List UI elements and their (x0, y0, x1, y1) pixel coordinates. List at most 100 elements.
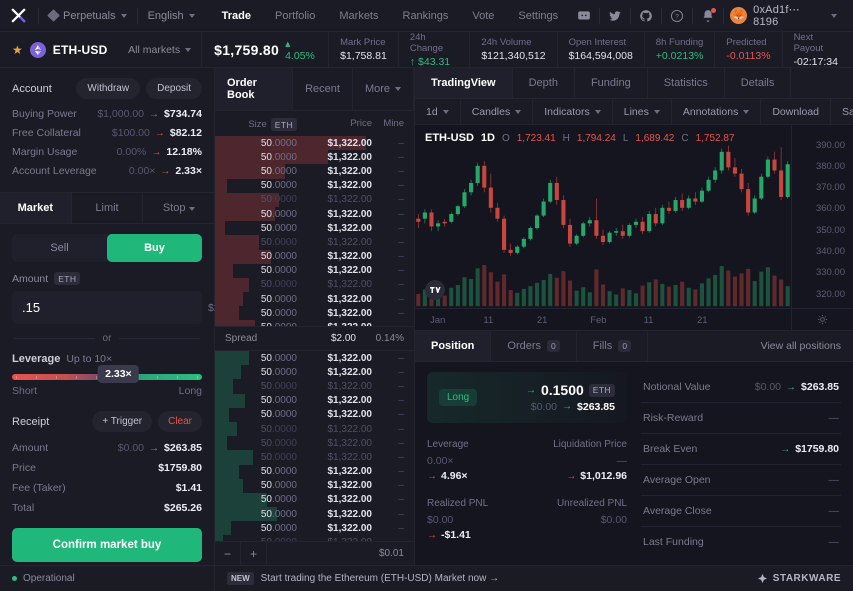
tab-orders[interactable]: Orders 0 (491, 331, 577, 361)
stat-label: Open Interest (568, 37, 627, 48)
order-book-row[interactable]: 50.0000$1,322.00– (215, 436, 414, 451)
order-book-footer: − + $0.01 (215, 541, 414, 565)
tab-depth[interactable]: Depth (513, 68, 575, 98)
annotations-menu[interactable]: Annotations (672, 99, 762, 124)
product-selector[interactable]: Perpetuals (39, 9, 137, 22)
tab-order-book[interactable]: Order Book (215, 68, 294, 110)
withdraw-button[interactable]: Withdraw (76, 78, 141, 99)
nav-link-vote[interactable]: Vote (461, 5, 505, 27)
tab-market[interactable]: Market (0, 193, 72, 223)
order-book-row[interactable]: 50.0000$1,322.00– (215, 421, 414, 437)
account-row-account-leverage: Account Leverage 0.00× → 2.33× (12, 165, 202, 177)
tab-limit[interactable]: Limit (72, 193, 144, 223)
tab-more[interactable]: More (353, 68, 414, 110)
tab-recent[interactable]: Recent (293, 68, 353, 110)
nav-link-markets[interactable]: Markets (328, 5, 389, 27)
nav-link-portfolio[interactable]: Portfolio (264, 5, 326, 27)
row-mine: – (398, 508, 404, 520)
confirm-order-button[interactable]: Confirm market buy (12, 528, 202, 562)
eth-token-icon (29, 41, 46, 58)
x-axis-tick: 11 (483, 315, 494, 326)
tab-funding[interactable]: Funding (575, 68, 648, 98)
order-book-row[interactable]: 50.0000$1,322.00– (215, 464, 414, 479)
all-markets-dropdown[interactable]: All markets (128, 44, 192, 56)
receipt-row-fee: Fee (Taker) $1.41 (12, 482, 202, 494)
lines-menu[interactable]: Lines (613, 99, 672, 124)
order-book-row[interactable]: 50.0000$1,322.00– (215, 164, 414, 179)
bell-icon[interactable] (693, 1, 723, 31)
order-book-row[interactable]: 50.0000$1,322.00– (215, 136, 414, 151)
tab-details[interactable]: Details (725, 68, 792, 98)
indicators-menu[interactable]: Indicators (533, 99, 613, 124)
row-size: 50.0000 (260, 180, 297, 192)
order-book-row[interactable]: 50.0000$1,322.00– (215, 306, 414, 321)
deposit-button[interactable]: Deposit (146, 78, 202, 99)
add-trigger-button[interactable]: + Trigger (92, 411, 153, 432)
order-book-row[interactable]: 50.0000$1,322.00– (215, 235, 414, 250)
system-status[interactable]: Operational (0, 566, 215, 591)
order-book-row[interactable]: 50.0000$1,322.00– (215, 521, 414, 536)
candlestick-chart[interactable]: ETH-USD 1D O 1,723.41 H 1,794.24 L 1,689.42… (415, 125, 853, 308)
tab-stop[interactable]: Stop (143, 193, 214, 223)
main-area: Account Withdraw Deposit Buying Power $1… (0, 68, 853, 591)
stat-label: Predicted (726, 37, 767, 48)
ask-rows: 50.0000 $1,322.00–50.0000 $1,322.00–50.000… (215, 136, 414, 326)
decrease-tick-button[interactable]: − (215, 542, 241, 565)
order-book-row[interactable]: 50.0000$1,322.00– (215, 365, 414, 380)
order-book-row[interactable]: 50.0000$1,322.00– (215, 221, 414, 236)
tab-position[interactable]: Position (415, 331, 492, 361)
announcement-message[interactable]: Start trading the Ethereum (ETH-USD) Mar… (261, 573, 499, 584)
buy-button[interactable]: Buy (107, 234, 202, 262)
wallet-button[interactable]: 🦊 0xAd1f⋯8196 (724, 3, 845, 28)
download-button[interactable]: Download (761, 99, 832, 124)
tab-tradingview[interactable]: TradingView (415, 68, 513, 98)
order-book-row[interactable]: 50.0000$1,322.00– (215, 478, 414, 493)
order-book-row[interactable]: 50.0000$1,322.00– (215, 249, 414, 264)
order-book-row[interactable]: 50.0000$1,322.00– (215, 492, 414, 508)
favorite-star-icon[interactable]: ★ (12, 43, 23, 57)
language-selector[interactable]: English (138, 10, 205, 22)
order-book-row[interactable]: 50.0000$1,322.00– (215, 150, 414, 165)
leverage-slider[interactable]: 2.33× (12, 365, 202, 383)
chat-icon[interactable] (569, 1, 599, 31)
order-book-row[interactable]: 50.0000$1,322.00– (215, 407, 414, 422)
order-book-row[interactable]: 50.0000$1,322.00– (215, 206, 414, 222)
order-book-row[interactable]: 50.0000$1,322.00– (215, 192, 414, 207)
github-icon[interactable] (631, 1, 661, 31)
nav-link-rankings[interactable]: Rankings (392, 5, 460, 27)
order-book-row[interactable]: 50.0000$1,322.00– (215, 263, 414, 278)
clear-button[interactable]: Clear (158, 411, 202, 432)
metric-realized-pnl: Realized PNL $0.00 → -$1.41 (427, 498, 527, 541)
nav-link-trade[interactable]: Trade (211, 5, 262, 27)
position-metrics-top: Leverage 0.00× → 4.96× Liquidation Price … (427, 439, 627, 482)
order-book-row[interactable]: 50.0000$1,322.00– (215, 277, 414, 293)
timeframe-selector[interactable]: 1d (415, 99, 461, 124)
view-all-positions-link[interactable]: View all positions (761, 340, 853, 352)
amount-input[interactable] (12, 300, 208, 315)
order-book-row[interactable]: 50.0000$1,322.00– (215, 507, 414, 522)
row-mine: – (398, 222, 404, 234)
sell-button[interactable]: Sell (12, 234, 107, 262)
y-axis-tick: 350.00 (815, 224, 845, 236)
order-book-row[interactable]: 50.0000$1,322.00– (215, 535, 414, 541)
order-book-row[interactable]: 50.0000$1,322.00– (215, 320, 414, 326)
help-icon[interactable]: ? (662, 1, 692, 31)
nav-link-settings[interactable]: Settings (507, 5, 569, 27)
market-selector[interactable]: ★ ETH-USD All markets (0, 32, 203, 67)
save-button[interactable]: Save (831, 99, 853, 124)
tab-statistics[interactable]: Statistics (648, 68, 725, 98)
order-book-row[interactable]: 50.0000$1,322.00– (215, 351, 414, 366)
tab-fills[interactable]: Fills 0 (577, 331, 649, 361)
order-book-row[interactable]: 50.0000$1,322.00– (215, 178, 414, 193)
chart-and-position: TradingView Depth Funding Statistics Det… (415, 68, 853, 591)
chart-style-selector[interactable]: Candles (461, 99, 534, 124)
order-book-row[interactable]: 50.0000$1,322.00– (215, 379, 414, 394)
order-book-row[interactable]: 50.0000$1,322.00– (215, 450, 414, 465)
increase-tick-button[interactable]: + (241, 542, 267, 565)
order-book-row[interactable]: 50.0000$1,322.00– (215, 393, 414, 408)
order-book-row[interactable]: 50.0000$1,322.00– (215, 292, 414, 307)
chart-refresh-button[interactable] (791, 309, 853, 330)
app-logo[interactable] (0, 7, 38, 24)
row-mine: – (398, 409, 404, 421)
twitter-icon[interactable] (600, 1, 630, 31)
